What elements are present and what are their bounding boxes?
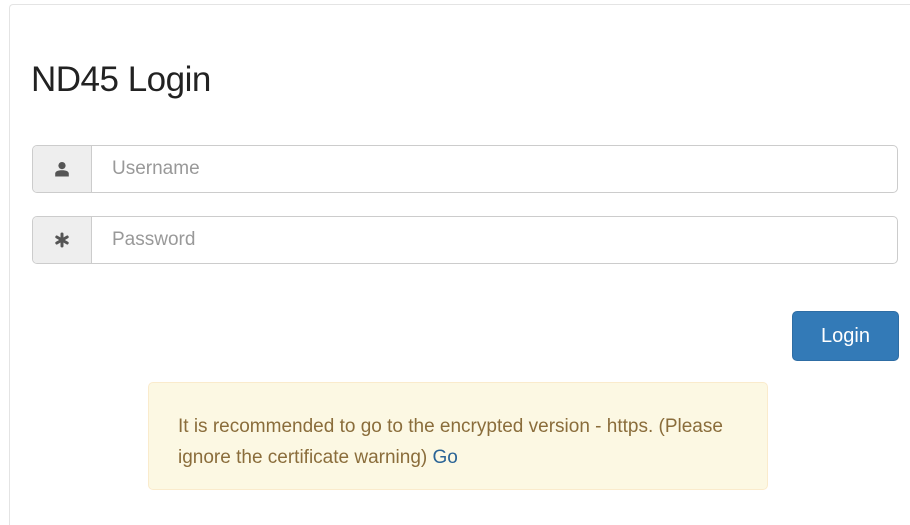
- https-warning-alert: It is recommended to go to the encrypted…: [148, 382, 768, 490]
- user-icon: [33, 146, 92, 192]
- go-link[interactable]: Go: [433, 447, 458, 468]
- password-input-group: [32, 216, 898, 264]
- asterisk-icon: [33, 217, 92, 263]
- username-input-group: [32, 145, 898, 193]
- alert-message-line: It is recommended to go to the encrypted…: [178, 411, 737, 473]
- login-button[interactable]: Login: [792, 311, 899, 361]
- page-title: ND45 Login: [31, 60, 211, 99]
- password-input[interactable]: [92, 217, 897, 263]
- username-input[interactable]: [92, 146, 897, 192]
